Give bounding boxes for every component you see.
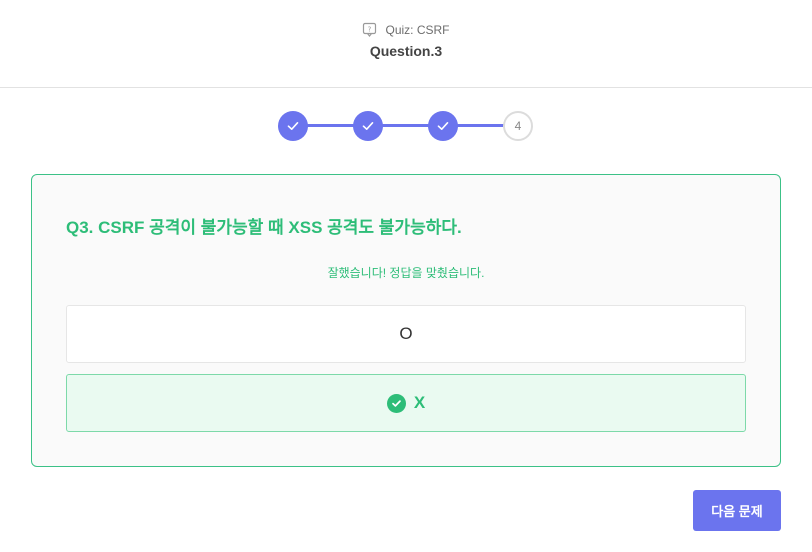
question-text: Q3. CSRF 공격이 불가능할 때 XSS 공격도 불가능하다. bbox=[66, 218, 462, 237]
quiz-label-row: ? Quiz: CSRF bbox=[0, 22, 812, 37]
question-card: Q3. CSRF 공격이 불가능할 때 XSS 공격도 불가능하다. 잘했습니다… bbox=[31, 174, 781, 467]
option-o-label: O bbox=[399, 324, 413, 343]
svg-text:?: ? bbox=[368, 26, 372, 34]
step-3-complete bbox=[428, 111, 458, 141]
feedback-message: 잘했습니다! 정답을 맞췄습니다. bbox=[327, 266, 485, 280]
check-circle-icon bbox=[386, 393, 406, 413]
step-4-current: 4 bbox=[503, 111, 533, 141]
quiz-icon: ? bbox=[362, 22, 377, 37]
option-o-button[interactable]: O bbox=[66, 305, 746, 363]
check-icon bbox=[287, 122, 299, 130]
step-2-complete bbox=[353, 111, 383, 141]
check-icon bbox=[362, 122, 374, 130]
step-4-label: 4 bbox=[514, 119, 522, 133]
option-x-button[interactable]: X bbox=[66, 374, 746, 432]
option-x-label: X bbox=[413, 393, 426, 412]
quiz-label: Quiz: CSRF bbox=[385, 22, 450, 37]
question-title: Question.3 bbox=[369, 43, 443, 59]
next-question-button[interactable]: 다음 문제 bbox=[693, 490, 781, 531]
progress-stepper: 4 bbox=[0, 110, 812, 142]
quiz-header: ? Quiz: CSRF Question.3 bbox=[0, 0, 812, 88]
check-icon bbox=[437, 122, 449, 130]
step-1-complete bbox=[278, 111, 308, 141]
